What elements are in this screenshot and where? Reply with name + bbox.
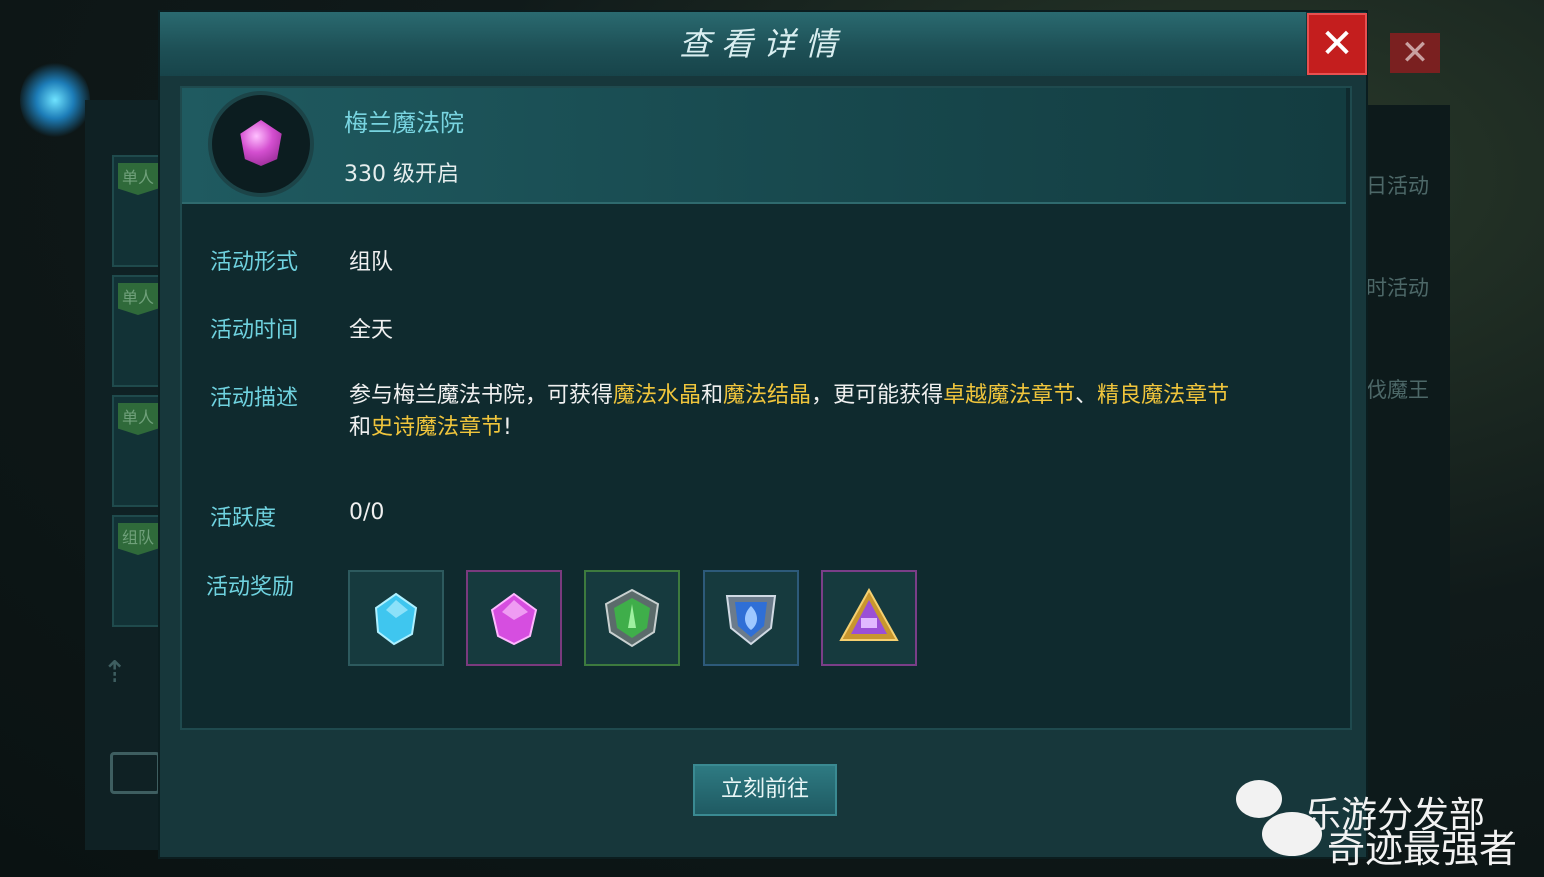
desc-text: ! (503, 415, 512, 440)
tab-tag: 单人 (118, 283, 158, 315)
magic-orb-icon (20, 60, 90, 140)
activity-unlock-level: 330 级开启 (344, 162, 459, 187)
reward-slot-5[interactable] (821, 570, 917, 666)
reward-slot-2[interactable] (466, 570, 562, 666)
background-boss-activity: 伐魔王 (1366, 378, 1429, 402)
background-daily-activity: 日活动 (1366, 174, 1429, 198)
activity-description: 参与梅兰魔法书院，可获得魔法水晶和魔法结晶，更可能获得卓越魔法章节、精良魔法章节… (349, 380, 1249, 444)
activity-time-value: 全天 (349, 318, 394, 343)
reward-slot-1[interactable] (348, 570, 444, 666)
desc-highlight-text: 史诗魔法章节 (371, 415, 504, 440)
activity-name: 梅兰魔法院 (344, 109, 464, 137)
green-chapter-icon (604, 588, 660, 648)
purple-chapter-icon (839, 588, 899, 641)
tab-tag: 单人 (118, 163, 158, 195)
activity-rewards-label: 活动奖励 (206, 575, 295, 600)
desc-text: 、 (1075, 383, 1098, 408)
desc-highlight-text: 魔法水晶 (613, 383, 702, 408)
close-button[interactable]: ✕ (1307, 13, 1367, 75)
activity-desc-label: 活动描述 (210, 386, 299, 411)
tab-tag: 组队 (118, 523, 158, 555)
desc-text: 参与梅兰魔法书院，可获得 (349, 383, 614, 408)
blue-crystal-icon (374, 592, 418, 646)
blue-chapter-icon (725, 595, 777, 646)
desc-highlight-text: 精良魔法章节 (1097, 383, 1230, 408)
activity-form-value: 组队 (349, 250, 394, 275)
calendar-icon (110, 752, 160, 794)
background-timed-activity: 时活动 (1366, 276, 1429, 300)
reward-slot-3[interactable] (584, 570, 680, 666)
wechat-icon (1236, 780, 1282, 818)
desc-text: ，更可能获得 (811, 383, 944, 408)
go-now-button[interactable]: 立刻前往 (693, 764, 837, 816)
activity-form-label: 活动形式 (210, 250, 299, 275)
background-right-panel (1364, 105, 1450, 850)
desc-highlight-text: 卓越魔法章节 (943, 383, 1076, 408)
upload-icon: ⇡ (102, 655, 128, 690)
activity-time-label: 活动时间 (210, 318, 299, 343)
dialog-title: 查看详情 (678, 25, 847, 63)
background-close-icon: ✕ (1390, 33, 1440, 73)
activity-points-label: 活跃度 (210, 506, 277, 531)
purple-crystal-icon (490, 592, 538, 646)
tab-tag: 单人 (118, 403, 158, 435)
desc-highlight-text: 魔法结晶 (723, 383, 812, 408)
activity-points-value: 0/0 (349, 500, 385, 525)
reward-slot-4[interactable] (703, 570, 799, 666)
watermark-line-2: 奇迹最强者 (1327, 827, 1518, 871)
desc-text: 和 (701, 383, 724, 408)
desc-text: 和 (349, 415, 372, 440)
